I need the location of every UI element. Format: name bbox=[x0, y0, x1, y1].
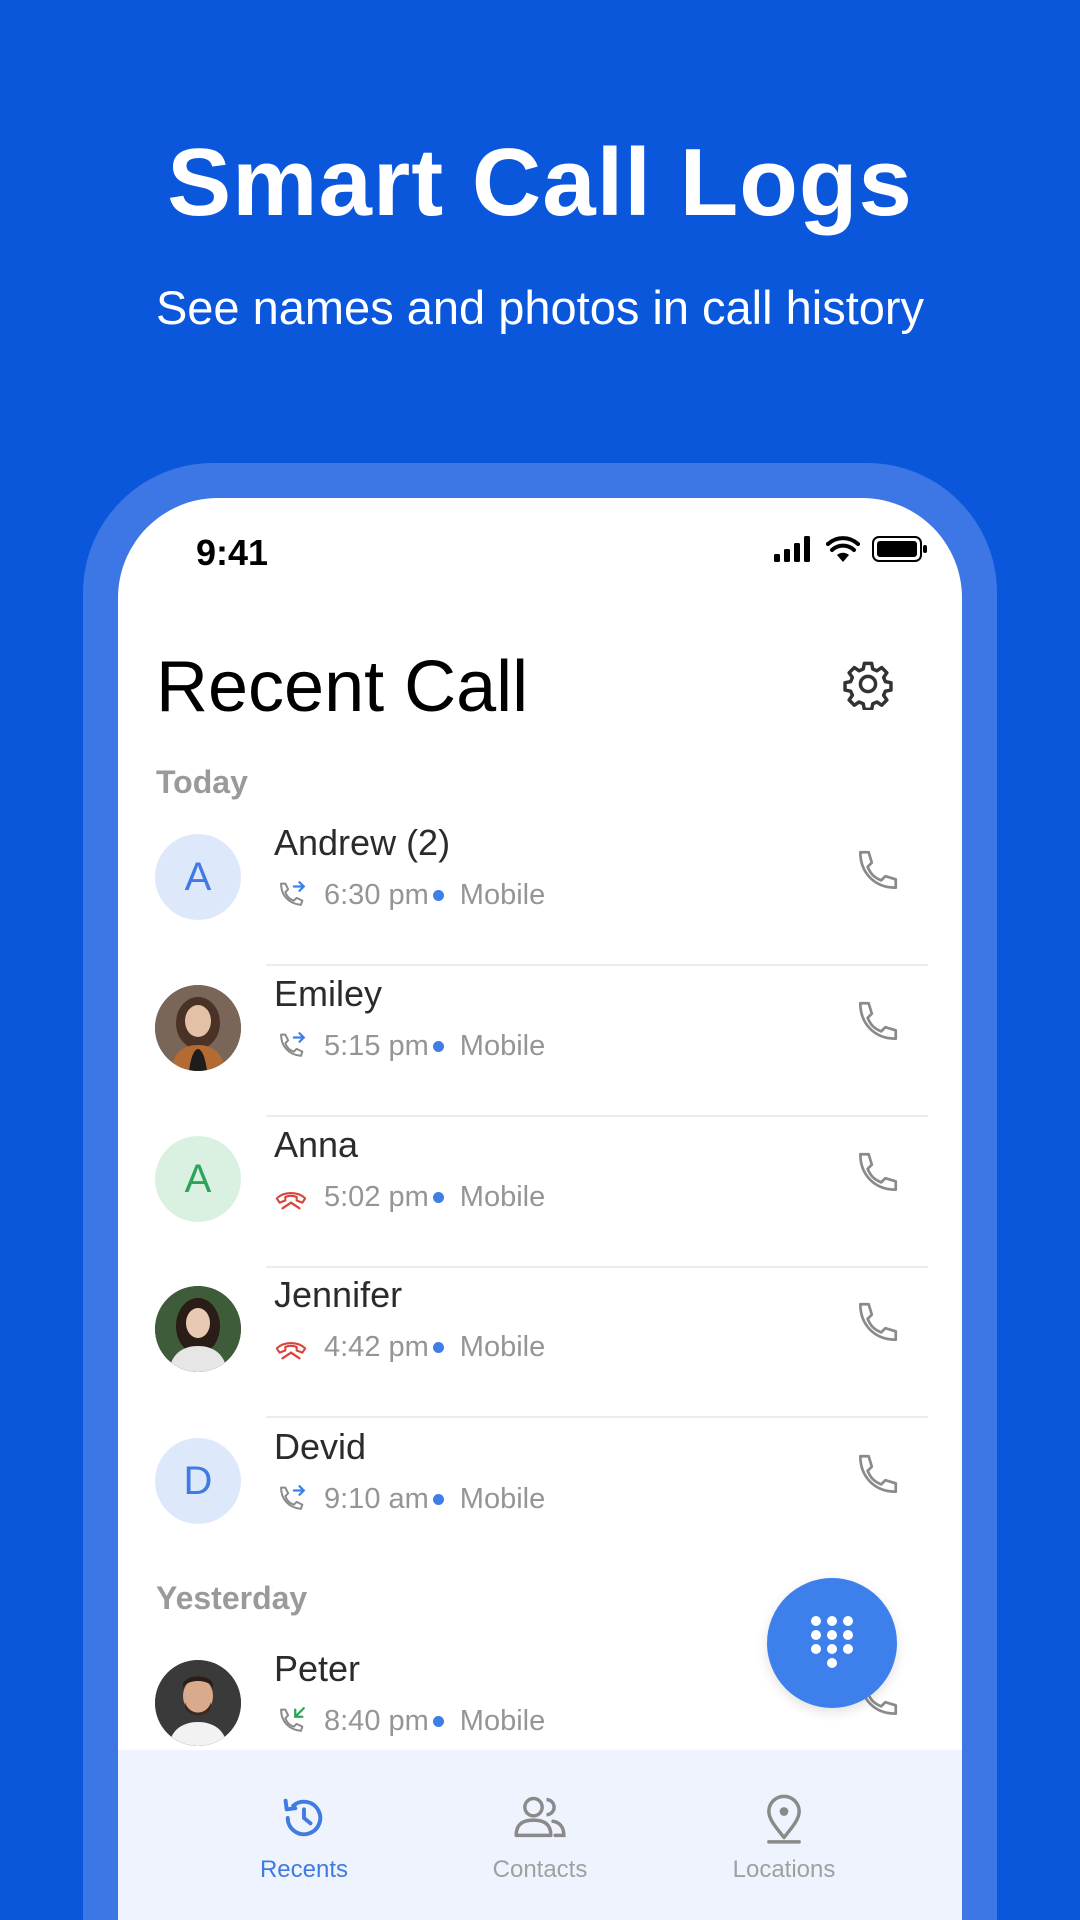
nav-locations[interactable]: Locations bbox=[684, 1792, 884, 1884]
call-label: Mobile bbox=[459, 1330, 546, 1363]
avatar: A bbox=[155, 834, 241, 920]
outgoing-call-icon bbox=[280, 1485, 306, 1510]
signal-icon bbox=[774, 536, 810, 562]
avatar: D bbox=[155, 1438, 241, 1524]
phone-icon[interactable] bbox=[852, 1148, 902, 1198]
bottom-nav: Recents Contacts Locations bbox=[118, 1750, 962, 1920]
list-item[interactable]: Jennifer 4:42 pm Mobile bbox=[118, 1268, 962, 1418]
contact-name: Andrew (2) bbox=[274, 822, 451, 863]
outgoing-call-icon bbox=[280, 881, 306, 906]
contact-name: Devid bbox=[274, 1426, 367, 1467]
nav-label: Locations bbox=[732, 1856, 836, 1883]
contact-name: Peter bbox=[274, 1648, 361, 1689]
phone-screen: 9:41 Recent Call Today A Andrew (2) 6:30… bbox=[118, 498, 962, 1920]
call-meta: 5:15 pm Mobile bbox=[274, 1029, 545, 1063]
call-time: 8:40 pm bbox=[324, 1704, 429, 1737]
missed-call-icon bbox=[275, 1342, 307, 1360]
list-item[interactable]: A Andrew (2) 6:30 pm Mobile bbox=[118, 816, 962, 966]
battery-icon bbox=[872, 536, 927, 562]
incoming-call-icon bbox=[280, 1707, 305, 1732]
hero-subtitle: See names and photos in call history bbox=[155, 281, 925, 334]
contact-name: Anna bbox=[274, 1124, 359, 1165]
call-time: 5:02 pm bbox=[324, 1180, 429, 1213]
divider bbox=[266, 1416, 928, 1418]
phone-icon[interactable] bbox=[852, 1298, 902, 1348]
section-yesterday: Yesterday bbox=[156, 1580, 308, 1616]
contact-name: Jennifer bbox=[274, 1274, 403, 1315]
dialpad-icon bbox=[811, 1616, 853, 1668]
list-item[interactable]: D Devid 9:10 am Mobile bbox=[118, 1420, 962, 1570]
call-meta: 4:42 pm Mobile bbox=[274, 1330, 545, 1364]
status-icons bbox=[774, 536, 928, 562]
call-meta: 8:40 pm Mobile bbox=[274, 1704, 545, 1738]
person-photo bbox=[155, 1660, 241, 1746]
call-label: Mobile bbox=[459, 1180, 546, 1213]
nav-contacts[interactable]: Contacts bbox=[440, 1792, 640, 1884]
call-label: Mobile bbox=[459, 1029, 546, 1062]
person-photo bbox=[155, 1286, 241, 1372]
separator-dot bbox=[432, 1191, 444, 1203]
location-pin-icon bbox=[767, 1794, 801, 1844]
separator-dot bbox=[432, 1493, 444, 1505]
call-time: 4:42 pm bbox=[324, 1330, 429, 1363]
list-item[interactable]: A Anna 5:02 pm Mobile bbox=[118, 1118, 962, 1268]
call-time: 9:10 am bbox=[324, 1482, 429, 1515]
nav-recents[interactable]: Recents bbox=[204, 1792, 404, 1884]
separator-dot bbox=[432, 1715, 444, 1727]
outgoing-call-icon bbox=[280, 1032, 306, 1057]
call-time: 5:15 pm bbox=[324, 1029, 429, 1062]
phone-icon[interactable] bbox=[852, 846, 902, 896]
section-today: Today bbox=[156, 764, 248, 800]
call-label: Mobile bbox=[459, 1482, 546, 1515]
avatar bbox=[155, 1660, 241, 1746]
status-time: 9:41 bbox=[196, 532, 269, 573]
nav-label: Recents bbox=[259, 1856, 349, 1883]
nav-label: Contacts bbox=[492, 1856, 588, 1883]
divider bbox=[266, 1115, 928, 1117]
call-meta: 6:30 pm Mobile bbox=[274, 878, 545, 912]
call-time: 6:30 pm bbox=[324, 878, 429, 911]
avatar bbox=[155, 1286, 241, 1372]
contacts-icon bbox=[514, 1796, 566, 1838]
separator-dot bbox=[432, 1040, 444, 1052]
list-item[interactable]: Emiley 5:15 pm Mobile bbox=[118, 967, 962, 1117]
call-meta: 9:10 am Mobile bbox=[274, 1482, 545, 1516]
missed-call-icon bbox=[275, 1192, 307, 1210]
hero-title: Smart Call Logs bbox=[167, 129, 913, 236]
wifi-icon bbox=[826, 536, 860, 562]
avatar: A bbox=[155, 1136, 241, 1222]
phone-icon[interactable] bbox=[852, 1450, 902, 1500]
separator-dot bbox=[432, 1341, 444, 1353]
avatar bbox=[155, 985, 241, 1071]
divider bbox=[266, 964, 928, 966]
dialpad-button[interactable] bbox=[767, 1578, 897, 1708]
history-icon bbox=[283, 1798, 323, 1837]
person-photo bbox=[155, 985, 241, 1071]
call-meta: 5:02 pm Mobile bbox=[274, 1180, 545, 1214]
separator-dot bbox=[432, 889, 444, 901]
call-label: Mobile bbox=[459, 1704, 546, 1737]
phone-icon[interactable] bbox=[852, 997, 902, 1047]
call-label: Mobile bbox=[459, 878, 546, 911]
page-title: Recent Call bbox=[156, 647, 529, 727]
gear-icon[interactable] bbox=[842, 658, 894, 710]
contact-name: Emiley bbox=[274, 973, 383, 1014]
